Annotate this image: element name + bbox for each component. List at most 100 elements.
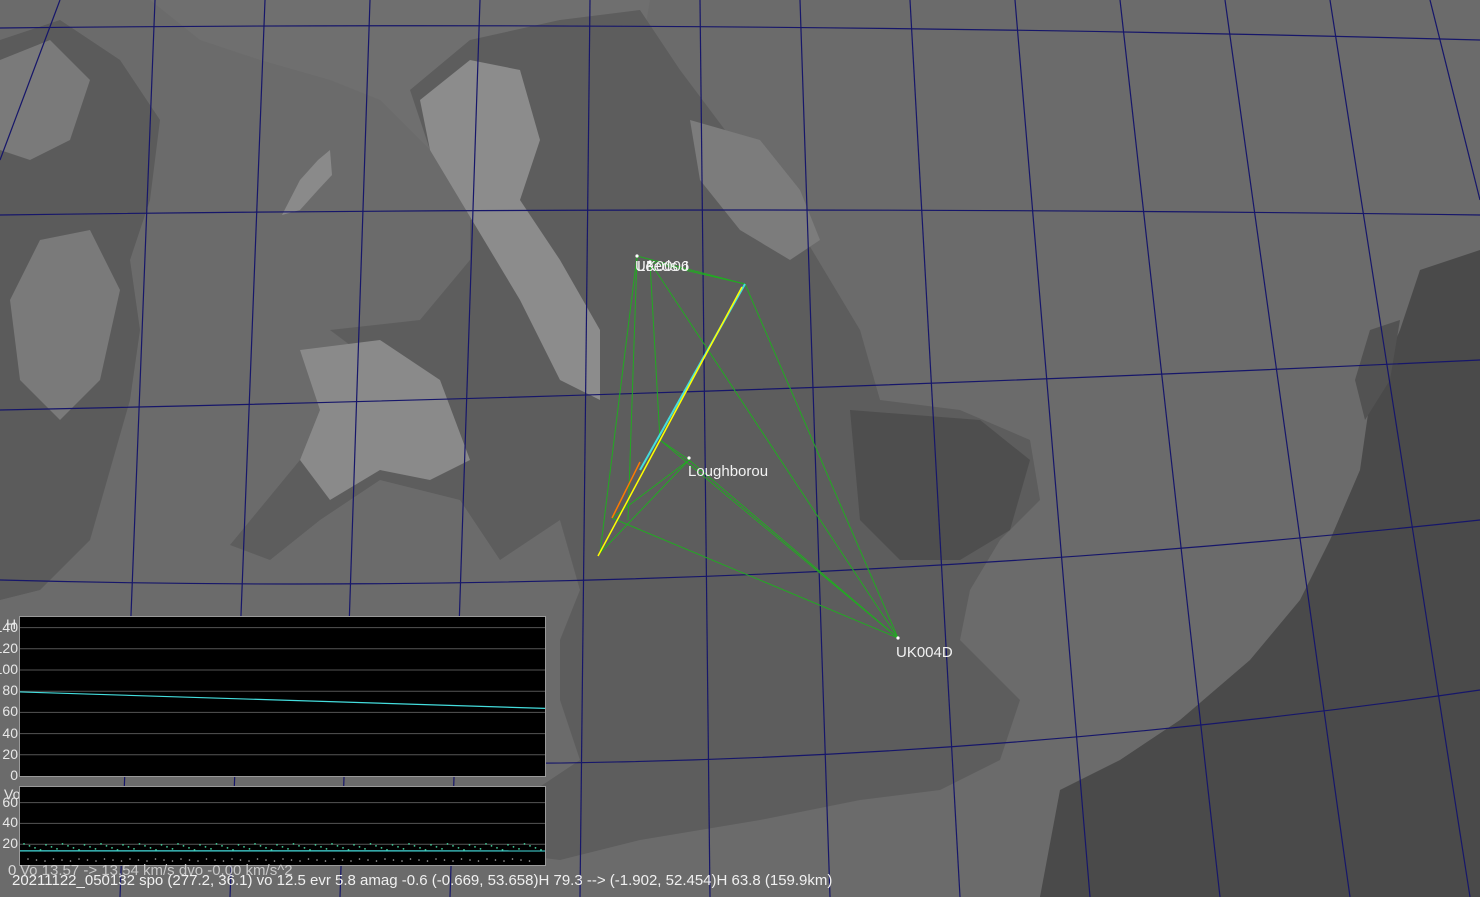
velocity-residual-point [137, 859, 140, 861]
velocity-sample-point [435, 845, 438, 848]
velocity-sample-point [100, 842, 102, 845]
velocity-sample-point [122, 843, 124, 846]
height-tick-label: 100 [0, 661, 18, 677]
height-tick-label: 0 [10, 767, 18, 783]
velocity-sample-point [325, 847, 328, 850]
velocity-sample-point [221, 844, 223, 847]
velocity-sample-point [391, 843, 394, 846]
velocity-sample-point [259, 844, 262, 847]
height-tick-label: 120 [0, 639, 18, 656]
velocity-sample-point [298, 844, 300, 847]
velocity-sample-point [320, 845, 322, 848]
velocity-sample-point [490, 844, 493, 847]
velocity-residual-point [86, 859, 89, 861]
velocity-sample-point [105, 844, 108, 847]
velocity-sample-point [408, 842, 410, 845]
velocity-sample-point [116, 848, 119, 851]
velocity-chart [19, 786, 546, 866]
status-line: 20211122_050132 spo (277.2, 36.1) vo 12.… [12, 872, 833, 889]
velocity-sample-point [452, 844, 454, 847]
velocity-sample-point [45, 843, 47, 846]
velocity-sample-point [166, 845, 168, 848]
station-label-uk004d[interactable]: UK004D [896, 644, 953, 661]
velocity-residual-point [282, 858, 284, 860]
velocity-sample-point [226, 846, 229, 849]
velocity-tick-label: 20 [2, 835, 18, 852]
velocity-sample-point [254, 842, 256, 845]
velocity-residual-point [205, 858, 208, 860]
velocity-sample-point [237, 843, 240, 846]
velocity-residual-point [333, 858, 335, 860]
velocity-sample-point [342, 846, 344, 849]
velocity-residual-point [494, 859, 497, 861]
velocity-sample-point [243, 845, 245, 848]
velocity-sample-point [358, 845, 361, 848]
height-tick-label: 40 [2, 724, 18, 741]
velocity-sample-point [441, 847, 443, 850]
velocity-residual-point [358, 858, 361, 860]
velocity-sample-point [210, 847, 212, 850]
velocity-residual-point [103, 858, 106, 860]
velocity-sample-point [34, 846, 36, 849]
station-label-loughborough[interactable]: Loughborou [688, 463, 768, 480]
velocity-sample-point [204, 845, 207, 848]
velocity-residual-point [61, 859, 63, 861]
velocity-residual-point [324, 860, 327, 862]
velocity-residual-point [367, 859, 369, 861]
velocity-sample-point [248, 847, 251, 850]
velocity-residual-point [27, 858, 29, 860]
velocity-sample-point [534, 846, 537, 849]
velocity-sample-point [215, 842, 218, 845]
velocity-sample-point [28, 844, 31, 847]
height-tick-label: 140 [0, 618, 18, 635]
velocity-residual-point [375, 860, 378, 862]
velocity-sample-point [199, 843, 201, 846]
velocity-sample-point [314, 843, 317, 846]
velocity-residual-point [256, 858, 259, 860]
velocity-residual-point [231, 858, 233, 860]
velocity-sample-point [419, 846, 421, 849]
velocity-residual-point [129, 858, 131, 860]
velocity-sample-point [39, 848, 42, 851]
station-marker-loughborough [687, 456, 691, 460]
velocity-sample-point [94, 847, 97, 850]
velocity-sample-point [155, 848, 157, 851]
velocity-residual-point [78, 858, 80, 860]
velocity-sample-point [160, 843, 163, 846]
velocity-residual-point [52, 858, 55, 860]
velocity-sample-point [386, 848, 388, 851]
velocity-residual-point [188, 859, 191, 861]
velocity-sample-point [397, 845, 399, 848]
velocity-residual-point [435, 858, 437, 860]
velocity-sample-point [276, 843, 278, 846]
velocity-residual-point [341, 859, 344, 861]
velocity-sample-point [111, 846, 113, 849]
velocity-sample-point [83, 843, 86, 846]
velocity-residual-point [477, 860, 480, 862]
velocity-tick-label: 40 [2, 814, 18, 831]
velocity-sample-point [287, 847, 289, 850]
velocity-residual-point [418, 859, 420, 861]
velocity-residual-point [307, 858, 310, 860]
station-label-j[interactable]: J [681, 258, 689, 275]
station-label-leeds[interactable]: Leeds [637, 258, 678, 275]
velocity-sample-point [479, 847, 482, 850]
height-tick-label: 60 [2, 703, 18, 720]
velocity-sample-point [474, 845, 476, 848]
velocity-residual-point [384, 858, 386, 860]
velocity-sample-point [501, 848, 504, 851]
velocity-sample-point [496, 846, 498, 849]
velocity-sample-point [303, 846, 306, 849]
velocity-residual-point [35, 859, 38, 861]
velocity-residual-point [443, 859, 446, 861]
velocity-sample-point [402, 847, 405, 850]
velocity-sample-point [446, 842, 449, 845]
velocity-residual-point [214, 859, 216, 861]
velocity-sample-point [232, 848, 234, 851]
height-chart-svg [19, 627, 546, 756]
velocity-sample-point [281, 845, 284, 848]
velocity-sample-point [72, 846, 75, 849]
velocity-residual-point [401, 860, 403, 862]
station-marker-uk004d [896, 636, 900, 640]
velocity-sample-point [144, 844, 146, 847]
